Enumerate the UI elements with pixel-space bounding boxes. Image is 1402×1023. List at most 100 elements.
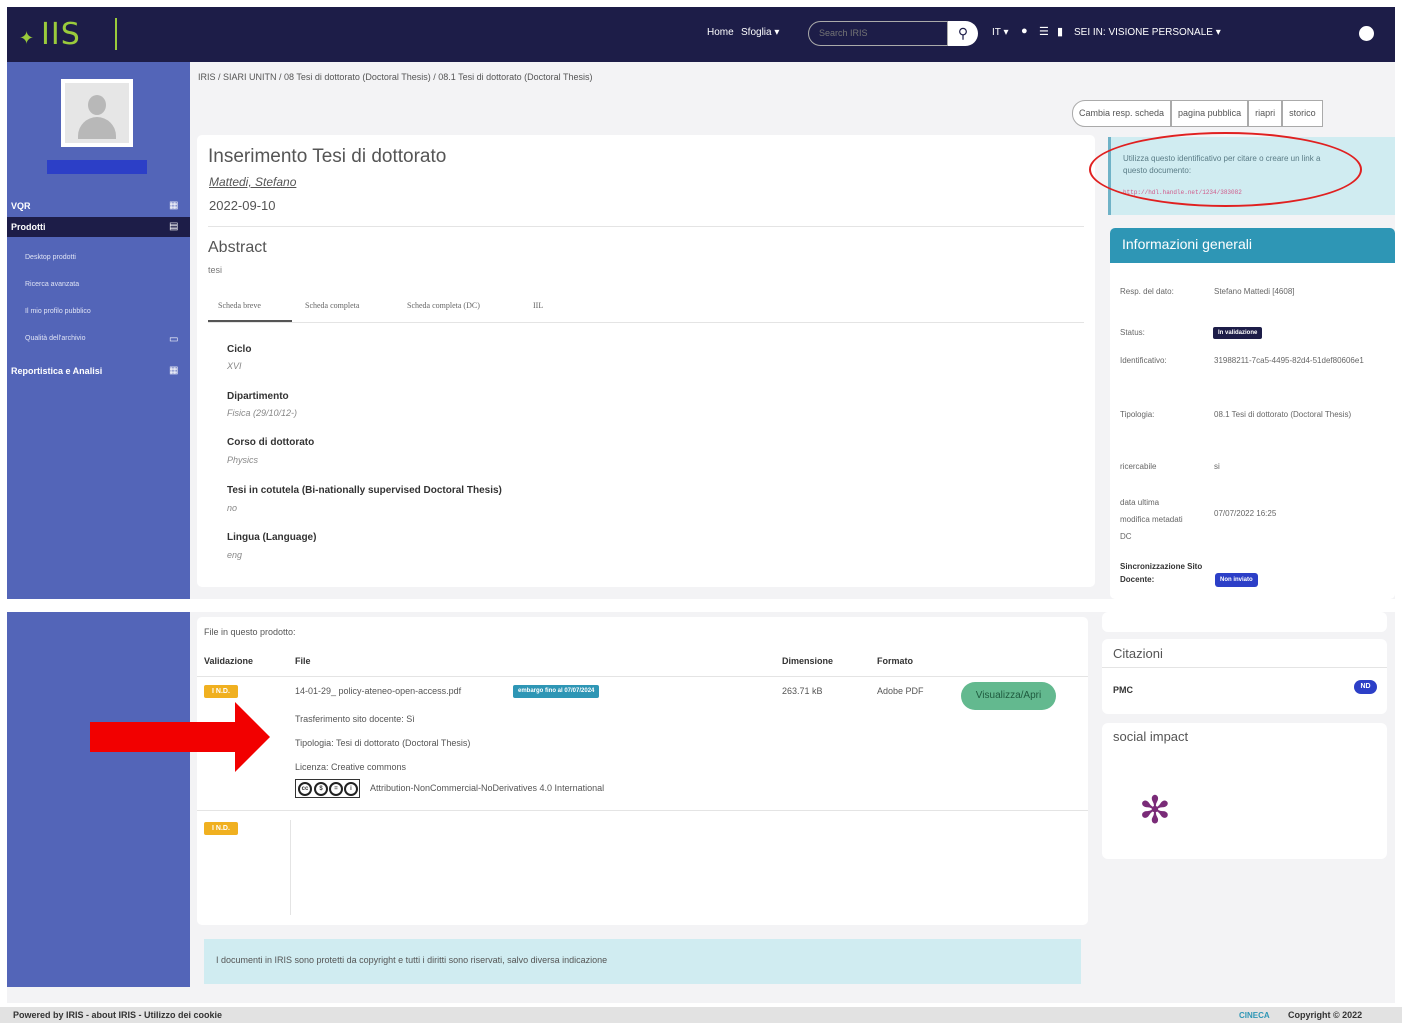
tab-divider: [208, 322, 1084, 323]
user-avatar-icon[interactable]: [1359, 26, 1374, 41]
copyright-text: Copyright © 2022: [1288, 1010, 1363, 1020]
top-navbar: ✦ IIS Home Sfoglia ▾ ⚲ IT ▾ ● ☰ ▮ SEI IN…: [7, 7, 1395, 62]
sync-badge: Non inviato: [1215, 573, 1258, 587]
row2-divider: [290, 820, 291, 915]
tipologia-label: Tipologia:: [1120, 410, 1155, 419]
citazioni-divider: [1102, 667, 1387, 668]
sidebar-sub-qualita[interactable]: Qualità dell'archivio: [25, 335, 85, 342]
cineca-logo[interactable]: CINECA: [1239, 1011, 1270, 1020]
footer-links[interactable]: Powered by IRIS - about IRIS - Utilizzo …: [13, 1010, 222, 1020]
pagina-pubblica-button[interactable]: pagina pubblica: [1171, 100, 1249, 127]
riapri-button[interactable]: riapri: [1248, 100, 1283, 127]
tipologia-value: 08.1 Tesi di dottorato (Doctoral Thesis): [1214, 410, 1352, 419]
search-input[interactable]: [809, 22, 939, 44]
nav-sfoglia[interactable]: Sfoglia ▾: [741, 27, 779, 38]
citazioni-heading: Citazioni: [1113, 646, 1163, 661]
tipologia-text: Tipologia: Tesi di dottorato (Doctoral T…: [295, 738, 471, 748]
social-impact-heading: social impact: [1113, 729, 1189, 744]
data-modifica-label: data ultima modifica metadati DC: [1120, 498, 1183, 541]
document-icon: ▤: [169, 221, 179, 232]
data-modifica-value: 07/07/2022 16:25: [1214, 509, 1277, 518]
field-lingua-label: Lingua (Language): [227, 532, 317, 543]
field-corso-label: Corso di dottorato: [227, 437, 315, 448]
grid-icon: ▦: [169, 200, 179, 211]
validation-badge: I N.D.: [204, 685, 238, 698]
screenshot-bottom: File in questo prodotto: Validazione Fil…: [7, 612, 1395, 1003]
iris-logo[interactable]: ✦ IIS: [15, 14, 125, 54]
file-link[interactable]: 14-01-29_ policy-ateneo-open-access.pdf: [295, 686, 461, 696]
row-divider: [197, 810, 1088, 811]
tab-scheda-completa[interactable]: Scheda completa: [305, 301, 359, 310]
license-name: Attribution-NonCommercial-NoDerivatives …: [370, 783, 605, 793]
record-date: 2022-09-10: [209, 198, 276, 213]
pmc-count-badge[interactable]: ND: [1354, 680, 1377, 694]
status-label: Status:: [1120, 328, 1145, 337]
field-ciclo-value: XVI: [227, 361, 242, 371]
field-ciclo-label: Ciclo: [227, 344, 252, 355]
logo-text: IIS: [41, 17, 81, 52]
field-cotutela-label: Tesi in cotutela (Bi-nationally supervis…: [227, 485, 502, 496]
search-box[interactable]: [808, 21, 948, 46]
sidebar-item-prodotti[interactable]: Prodotti: [11, 222, 46, 232]
validation-badge-2: I N.D.: [204, 822, 238, 835]
tab-iil[interactable]: IIL: [533, 301, 543, 310]
ricercabile-label: ricercabile: [1120, 462, 1157, 471]
field-lingua-value: eng: [227, 550, 243, 560]
visualizza-button[interactable]: Visualizza/Apri: [961, 682, 1056, 710]
logo-divider: [115, 18, 117, 50]
id-value: 31988211-7ca5-4495-82d4-51def80606e1: [1214, 356, 1364, 365]
help-icon[interactable]: ●: [1021, 25, 1028, 37]
sync-label: Sincronizzazione Sito Docente:: [1120, 562, 1203, 584]
info-heading: Informazioni generali: [1110, 228, 1395, 263]
sidebar-sub-profilo[interactable]: Il mio profilo pubblico: [25, 308, 91, 315]
altmetric-icon[interactable]: ✻: [1139, 792, 1171, 830]
sidebar-item-reportistica[interactable]: Reportistica e Analisi: [11, 366, 102, 376]
col-formato: Formato: [877, 656, 913, 666]
sidebar-sub-desktop[interactable]: Desktop prodotti: [25, 254, 76, 261]
cc-license-icon: cc $ = i: [295, 779, 360, 798]
search-icon: ⚲: [957, 25, 969, 41]
tab-scheda-breve[interactable]: Scheda breve: [218, 301, 261, 310]
sidebar-continued: [7, 612, 190, 987]
profile-mode-selector[interactable]: SEI IN: VISIONE PERSONALE ▾: [1074, 27, 1221, 38]
divider: [208, 226, 1084, 227]
annotation-ellipse: [1089, 132, 1362, 207]
language-selector[interactable]: IT ▾: [992, 27, 1009, 38]
file-format: Adobe PDF: [877, 686, 924, 696]
embargo-badge: embargo fino al 07/07/2024: [513, 685, 600, 698]
redacted-name: [47, 160, 147, 174]
list-icon[interactable]: ☰: [1039, 25, 1049, 38]
breadcrumb[interactable]: IRIS / SIARI UNITN / 08 Tesi di dottorat…: [198, 72, 593, 82]
resp-label: Resp. del dato:: [1120, 287, 1174, 296]
file-size: 263.71 kB: [782, 686, 823, 696]
col-dimensione: Dimensione: [782, 656, 834, 666]
field-corso-value: Physics: [227, 455, 259, 465]
logo-mark-icon: ✦: [19, 28, 35, 48]
licenza-text: Licenza: Creative commons: [295, 762, 407, 772]
sidebar: VQR ▦ Prodotti ▤ Desktop prodotti Ricerc…: [7, 62, 190, 599]
field-dipartimento-label: Dipartimento: [227, 391, 289, 402]
avatar-body: [78, 117, 116, 139]
profile-picture: [61, 79, 133, 147]
col-file: File: [295, 656, 311, 666]
search-button[interactable]: ⚲: [948, 21, 978, 46]
files-heading: File in questo prodotto:: [204, 627, 296, 637]
nav-home[interactable]: Home: [707, 27, 734, 38]
table-icon: ▦: [169, 365, 179, 376]
bookmark-icon[interactable]: ▮: [1057, 25, 1063, 38]
avatar-head: [88, 95, 106, 115]
pmc-label: PMC: [1113, 685, 1133, 695]
folder-icon: ▭: [169, 334, 179, 345]
field-cotutela-value: no: [227, 503, 238, 513]
sidebar-item-vqr[interactable]: VQR: [11, 201, 31, 211]
sidebar-sub-ricerca[interactable]: Ricerca avanzata: [25, 281, 79, 288]
resp-value: Stefano Mattedi [4608]: [1214, 287, 1295, 296]
storico-button[interactable]: storico: [1282, 100, 1323, 127]
author-link[interactable]: Mattedi, Stefano: [209, 175, 296, 189]
page-title: Inserimento Tesi di dottorato: [208, 146, 447, 167]
abstract-heading: Abstract: [208, 239, 267, 256]
header-divider: [197, 676, 1088, 677]
screenshot-top: ✦ IIS Home Sfoglia ▾ ⚲ IT ▾ ● ☰ ▮ SEI IN…: [7, 7, 1395, 599]
tab-scheda-completa-dc[interactable]: Scheda completa (DC): [407, 301, 480, 310]
cambia-resp-button[interactable]: Cambia resp. scheda: [1072, 100, 1172, 127]
